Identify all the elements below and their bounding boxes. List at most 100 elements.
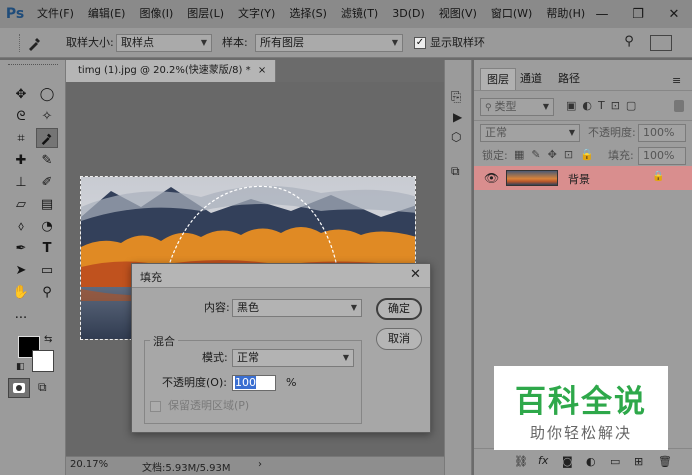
- eyedropper-icon[interactable]: [36, 128, 58, 148]
- tab-channels[interactable]: 通道: [514, 68, 548, 90]
- chevron-down-icon: ▼: [542, 102, 549, 111]
- actions-play-icon[interactable]: ▶: [453, 110, 462, 124]
- layers-footer: ⛓ fx ◙ ◐ ▭ ⊞ 🗑: [474, 448, 692, 475]
- gradient-icon[interactable]: ▤: [36, 194, 58, 214]
- layer-thumbnail[interactable]: [506, 170, 558, 186]
- contents-select[interactable]: 黑色 ▼: [232, 299, 362, 317]
- dodge-icon[interactable]: ◔: [36, 216, 58, 236]
- menu-select[interactable]: 选择(S): [282, 0, 334, 28]
- fill-input[interactable]: 100%: [638, 147, 686, 165]
- magic-wand-icon[interactable]: ✧: [36, 106, 58, 126]
- layer-name[interactable]: 背景: [568, 171, 590, 187]
- close-icon[interactable]: ✕: [410, 267, 421, 282]
- layer-filter-select[interactable]: ⚲ 类型 ▼: [480, 98, 554, 116]
- menu-file[interactable]: 文件(F): [30, 0, 81, 28]
- background-color-swatch[interactable]: [32, 350, 54, 372]
- sample-size-label: 取样大小:: [66, 36, 114, 49]
- menu-window[interactable]: 窗口(W): [484, 0, 539, 28]
- crop-icon[interactable]: ⌗: [10, 128, 32, 148]
- menu-type[interactable]: 文字(Y): [231, 0, 282, 28]
- hand-icon[interactable]: ✋: [10, 282, 32, 302]
- pen-icon[interactable]: ✒: [10, 238, 32, 258]
- restore-button[interactable]: ❐: [620, 0, 656, 28]
- dialog-title-bar[interactable]: 填充 ✕: [132, 264, 430, 288]
- sample-size-select[interactable]: 取样点 ▼: [116, 34, 212, 52]
- panel-divider: [474, 120, 692, 121]
- swap-colors-icon[interactable]: ⇆: [44, 334, 52, 345]
- move-tool-icon[interactable]: ✥: [10, 84, 32, 104]
- menu-image[interactable]: 图像(I): [132, 0, 180, 28]
- opacity-input[interactable]: 100: [232, 375, 276, 391]
- tab-layers[interactable]: 图层: [480, 68, 516, 90]
- filter-icons[interactable]: ▣◐T⊡▢: [566, 99, 642, 112]
- adjustment-layer-icon[interactable]: ◐: [586, 455, 596, 468]
- visibility-eye-icon[interactable]: 👁: [484, 171, 499, 185]
- menu-3d[interactable]: 3D(D): [385, 0, 432, 28]
- contents-value: 黑色: [237, 301, 259, 314]
- more-tools-icon[interactable]: ···: [10, 308, 32, 328]
- menu-bar: Ps 文件(F) 编辑(E) 图像(I) 图层(L) 文字(Y) 选择(S) 滤…: [0, 0, 692, 28]
- opacity-label: 不透明度:: [588, 126, 636, 139]
- status-menu-arrow[interactable]: ›: [258, 459, 262, 470]
- workspace-icon[interactable]: [650, 35, 672, 51]
- cube-3d-icon[interactable]: ⬡: [451, 130, 461, 144]
- zoom-level[interactable]: 20.17%: [70, 459, 108, 470]
- type-tool-icon[interactable]: T: [36, 238, 58, 258]
- menu-filter[interactable]: 滤镜(T): [334, 0, 385, 28]
- tools-panel: ✥ ◯ ᘓ ✧ ⌗ ✚ ✎ ⊥ ✐ ▱ ▤ ⬨ ◔ ✒ T ➤ ▭ ✋ ⚲ ··…: [0, 60, 66, 475]
- ellipse-marquee-icon[interactable]: ◯: [36, 84, 58, 104]
- sample-select[interactable]: 所有图层 ▼: [255, 34, 403, 52]
- lock-icons[interactable]: ▦✎✥⊡🔒: [514, 148, 601, 161]
- layer-row[interactable]: 👁 背景 🔒: [474, 166, 692, 190]
- minimize-button[interactable]: —: [584, 0, 620, 28]
- mode-select[interactable]: 正常 ▼: [232, 349, 354, 367]
- quick-mask-icon[interactable]: [8, 378, 30, 398]
- default-colors-icon[interactable]: ◧: [16, 362, 25, 372]
- search-icon[interactable]: ⚲: [620, 34, 638, 52]
- history-brush-icon[interactable]: ✐: [36, 172, 58, 192]
- close-tab-icon[interactable]: ×: [258, 65, 266, 76]
- lock-label: 锁定:: [482, 149, 508, 162]
- healing-brush-icon[interactable]: ✚: [10, 150, 32, 170]
- filter-toggle[interactable]: [674, 100, 684, 112]
- chevron-down-icon: ▼: [568, 128, 575, 137]
- mode-value: 正常: [237, 351, 259, 364]
- preserve-transparency-checkbox[interactable]: [150, 401, 161, 412]
- close-window-button[interactable]: ✕: [656, 0, 692, 28]
- document-tab[interactable]: timg (1).jpg @ 20.2%(快速蒙版/8) * ×: [66, 60, 276, 82]
- show-ring-checkbox[interactable]: ✓: [414, 37, 426, 49]
- blending-label: 混合: [150, 333, 178, 349]
- tab-paths[interactable]: 路径: [552, 68, 586, 90]
- panel-menu-icon[interactable]: ≡: [672, 74, 681, 87]
- menu-layer[interactable]: 图层(L): [180, 0, 231, 28]
- link-layers-icon[interactable]: ⛓: [514, 455, 528, 468]
- delete-layer-icon[interactable]: 🗑: [658, 455, 672, 468]
- zoom-icon[interactable]: ⚲: [36, 282, 58, 302]
- blend-mode-select[interactable]: 正常 ▼: [480, 124, 580, 142]
- lasso-icon[interactable]: ᘓ: [10, 106, 32, 126]
- chevron-down-icon: ▼: [342, 353, 349, 362]
- new-group-icon[interactable]: ▭: [610, 455, 620, 468]
- ok-button[interactable]: 确定: [376, 298, 422, 320]
- path-select-icon[interactable]: ➤: [10, 260, 32, 280]
- cancel-button[interactable]: 取消: [376, 328, 422, 350]
- eraser-icon[interactable]: ▱: [10, 194, 32, 214]
- opacity-input[interactable]: 100%: [638, 124, 686, 142]
- menu-edit[interactable]: 编辑(E): [81, 0, 133, 28]
- rectangle-icon[interactable]: ▭: [36, 260, 58, 280]
- fx-icon[interactable]: fx: [538, 454, 548, 467]
- blur-icon[interactable]: ⬨: [10, 216, 32, 236]
- brush-icon[interactable]: ✎: [36, 150, 58, 170]
- glyphs-icon[interactable]: ⧉: [451, 164, 460, 179]
- screen-mode-icon[interactable]: ⧉: [38, 380, 47, 395]
- add-mask-icon[interactable]: ◙: [562, 455, 573, 468]
- new-layer-icon[interactable]: ⊞: [634, 455, 643, 468]
- stamp-icon[interactable]: ⊥: [10, 172, 32, 192]
- history-icon[interactable]: ⎘: [451, 90, 461, 105]
- menu-view[interactable]: 视图(V): [432, 0, 484, 28]
- document-title: timg (1).jpg @ 20.2%(快速蒙版/8) *: [78, 65, 251, 76]
- document-size: 文档:5.93M/5.93M: [142, 463, 231, 474]
- chevron-down-icon: ▼: [391, 38, 398, 47]
- eyedropper-preset-icon[interactable]: [22, 34, 48, 52]
- mode-label: 模式:: [202, 351, 228, 364]
